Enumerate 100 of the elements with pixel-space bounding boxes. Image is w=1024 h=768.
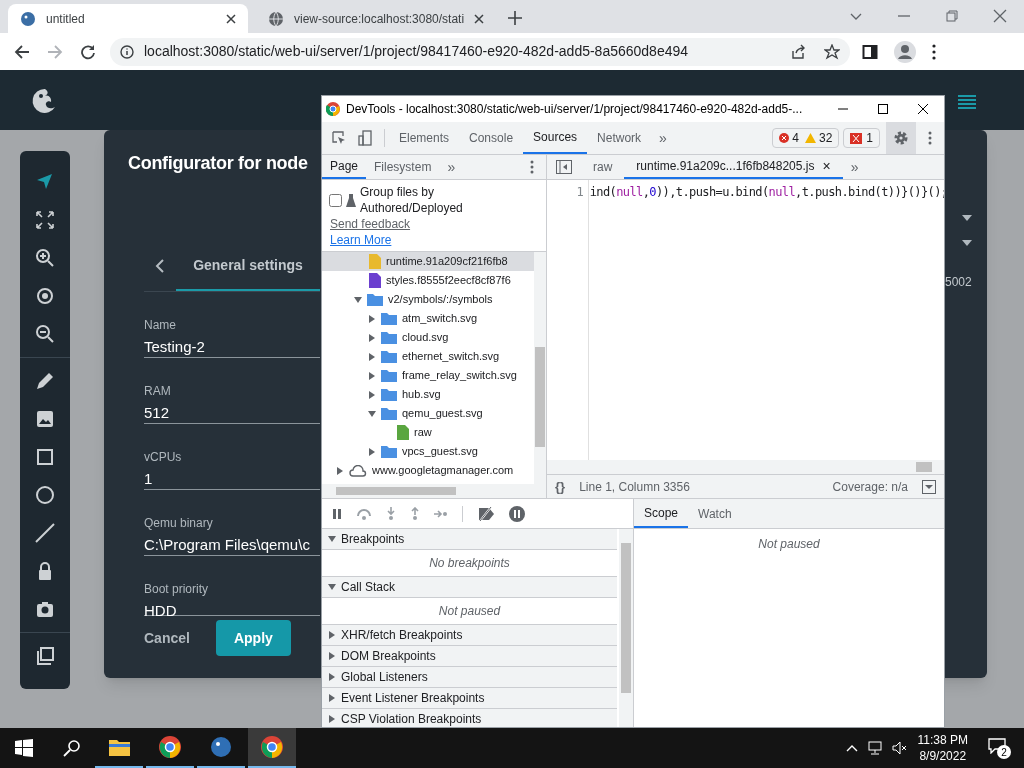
settings-icon[interactable] [893, 130, 909, 146]
inspect-icon[interactable] [332, 131, 346, 145]
network-icon[interactable] [867, 741, 884, 755]
navigator-tab[interactable]: Page [322, 155, 367, 179]
expanded-arrow-icon[interactable] [328, 583, 336, 591]
tree-item[interactable]: v2/symbols/:/symbols [322, 290, 534, 309]
more-tabs-button[interactable]: » [842, 155, 867, 179]
settings-button[interactable] [886, 122, 916, 154]
collapsed-arrow-icon[interactable] [368, 447, 376, 456]
device-icon[interactable] [358, 130, 372, 146]
maximize-icon[interactable] [877, 103, 889, 115]
fit-screen-icon[interactable] [34, 209, 56, 231]
tree-item[interactable]: cloud.svg [322, 328, 534, 347]
tree-item[interactable]: hub.svg [322, 385, 534, 404]
notifications-button[interactable]: 2 [988, 738, 1010, 758]
navigator-tab[interactable]: Filesystem [366, 155, 440, 179]
collapsed-arrow-icon[interactable] [328, 652, 336, 660]
pause-on-exceptions-icon[interactable] [509, 505, 525, 522]
layers-icon[interactable] [34, 645, 56, 667]
zoom-in-icon[interactable] [34, 247, 56, 269]
close-icon[interactable] [226, 13, 236, 24]
new-tab-icon[interactable] [508, 11, 522, 25]
tree-item[interactable]: ethernet_switch.svg [322, 347, 534, 366]
scrollbar[interactable] [322, 484, 546, 498]
deactivate-breakpoints-icon[interactable] [477, 506, 495, 521]
text-field[interactable]: Name Testing-2 [144, 292, 320, 358]
profile-icon[interactable] [894, 40, 916, 63]
line-icon[interactable] [34, 522, 56, 544]
close-icon[interactable] [917, 103, 929, 115]
tree-item[interactable]: frame_relay_switch.svg [322, 366, 534, 385]
group-files-checkbox[interactable] [329, 194, 342, 207]
image-icon[interactable] [34, 408, 56, 430]
expanded-arrow-icon[interactable] [368, 409, 376, 418]
clock[interactable]: 11:38 PM 8/9/2022 [917, 732, 968, 764]
tree-item[interactable]: qemu_guest.svg [322, 404, 534, 423]
more-icon[interactable] [932, 43, 936, 60]
circle-icon[interactable] [34, 484, 56, 506]
tree-item[interactable]: runtime.91a209cf21f6fb8 [322, 252, 534, 271]
rectangle-icon[interactable] [34, 446, 56, 468]
taskbar-button[interactable] [248, 728, 296, 768]
more-tabs-button[interactable]: » [651, 122, 675, 154]
restore-icon[interactable] [945, 9, 959, 23]
scrollbar[interactable] [547, 460, 944, 474]
tree-item[interactable]: atm_switch.svg [322, 309, 534, 328]
collapsed-arrow-icon[interactable] [368, 371, 376, 380]
issues-counter[interactable]: 4 32 [772, 128, 840, 148]
menu-icon[interactable] [958, 95, 976, 109]
address-bar[interactable]: localhost:3080/static/web-ui/server/1/project/98417460-e920-482d-add5-8a5660d8e494 [110, 37, 850, 66]
section-header[interactable]: XHR/fetch Breakpoints [322, 625, 617, 646]
reload-icon[interactable] [80, 43, 96, 60]
section-header[interactable]: DOM Breakpoints [322, 646, 617, 667]
side-panel-icon[interactable] [862, 43, 878, 60]
sidebar-tab[interactable]: Scope [634, 499, 689, 528]
target-icon[interactable] [34, 285, 56, 307]
pause-icon[interactable] [332, 507, 342, 520]
tree-item[interactable]: styles.f8555f2eecf8cf87f6 [322, 271, 534, 290]
star-icon[interactable] [824, 43, 840, 60]
dropdown-caret-icon[interactable] [962, 215, 972, 221]
section-header[interactable]: Event Listener Breakpoints [322, 688, 617, 709]
back-icon[interactable] [14, 43, 30, 60]
collapsed-arrow-icon[interactable] [368, 390, 376, 399]
collapsed-arrow-icon[interactable] [368, 314, 376, 323]
cancel-button[interactable]: Cancel [144, 627, 190, 649]
collapsed-arrow-icon[interactable] [328, 673, 336, 681]
expanded-arrow-icon[interactable] [328, 535, 336, 543]
expanded-arrow-icon[interactable] [354, 295, 362, 304]
panel-tab[interactable]: Network [587, 122, 652, 154]
link[interactable]: Send feedback [330, 216, 411, 232]
close-icon[interactable] [474, 13, 484, 24]
pencil-icon[interactable] [34, 370, 56, 392]
info-icon[interactable] [120, 44, 134, 59]
close-tab-button[interactable]: × [822, 155, 831, 177]
text-field[interactable]: vCPUs 1 [144, 424, 320, 490]
tree-item[interactable]: www.googletagmanager.com [322, 461, 534, 480]
dropdown-caret-icon[interactable] [962, 240, 972, 246]
section-header[interactable]: Breakpoints [322, 529, 617, 550]
scrollbar[interactable] [534, 252, 546, 484]
more-tabs-button[interactable]: » [439, 155, 464, 179]
toggle-navigator-icon[interactable] [556, 160, 572, 174]
panel-tab[interactable]: Elements [389, 122, 460, 154]
sidebar-tab[interactable]: Watch [688, 499, 742, 528]
collapsed-arrow-icon[interactable] [328, 694, 336, 702]
panel-toggle-icon[interactable] [922, 479, 936, 494]
section-header[interactable]: Call Stack [322, 577, 617, 598]
collapsed-arrow-icon[interactable] [336, 466, 344, 475]
editor-tab[interactable]: runtime.91a209c...1f6fb848205.js × [624, 155, 843, 179]
muted-speaker-icon[interactable] [891, 741, 908, 755]
section-header[interactable]: CSP Violation Breakpoints [322, 709, 617, 727]
collapsed-arrow-icon[interactable] [328, 715, 336, 723]
collapsed-arrow-icon[interactable] [368, 352, 376, 361]
editor-tab[interactable]: raw [581, 155, 625, 179]
chevron-up-icon[interactable] [845, 744, 858, 752]
scrollbar[interactable] [619, 529, 633, 727]
pretty-print-button[interactable]: {} [555, 476, 566, 497]
section-header[interactable]: Global Listeners [322, 667, 617, 688]
browser-tab[interactable]: untitled [8, 4, 248, 33]
share-icon[interactable] [790, 43, 806, 60]
text-field[interactable]: RAM 512 [144, 358, 320, 424]
tree-item[interactable]: vpcs_guest.svg [322, 442, 534, 461]
search-icon[interactable] [63, 739, 81, 757]
